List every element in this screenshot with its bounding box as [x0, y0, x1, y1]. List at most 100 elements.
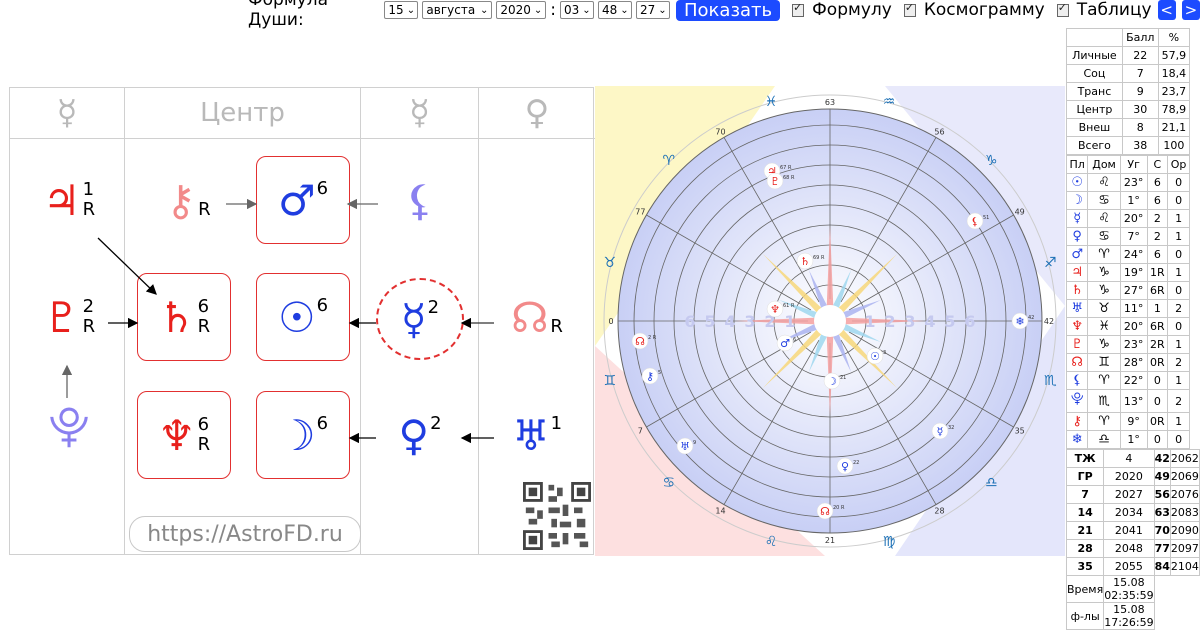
planet-head-or: Ор [1167, 155, 1190, 174]
planet-cell-or: 1 [1167, 209, 1190, 228]
score-cell-pct: 18,4 [1157, 64, 1191, 83]
cosmogram-chart: 63 56 49 42 35 28 21 14 7 0 77 70 ♒ ♑ ♐ ♏ ♎ ♍ ♌ ♋ ♊ ♉ ♈ ♓ 1 1 2 2 3 3… [595, 86, 1065, 556]
planet-cell-dom: ♈ [1087, 245, 1121, 264]
planet-cell-dom: ♌ [1087, 173, 1121, 192]
zodiac-sign-icon: ♋ [662, 475, 675, 491]
planet-cell-c: 0 [1146, 371, 1169, 390]
year-select[interactable]: 2020 ⌄ [496, 1, 547, 19]
formula-checkbox[interactable] [792, 1, 805, 17]
zodiac-sign-icon: ♌ [765, 534, 778, 550]
planet-cell-dom: ♈ [1087, 371, 1121, 390]
year-cell: 2027 [1103, 485, 1155, 504]
house-number: 1 [864, 312, 875, 331]
show-button[interactable]: Показать [676, 0, 781, 21]
degree-label: 21 [825, 536, 835, 545]
planet-icon: ♄ [800, 255, 810, 268]
planet-cell-or: 1 [1167, 412, 1190, 431]
year-cell: 2076 [1169, 485, 1200, 504]
head-score: Балл [1121, 28, 1159, 47]
degree-label: 77 [635, 208, 645, 217]
planet-cell-c: 1R [1146, 263, 1169, 282]
planet-head-dom: Дом [1087, 155, 1121, 174]
year-row: 35 2055 84 2104 [1065, 557, 1200, 576]
house-number: 5 [704, 312, 715, 331]
house-number: 4 [924, 312, 935, 331]
chevron-down-icon: ⌄ [582, 4, 591, 16]
planet-cell-c: 2R [1146, 335, 1169, 354]
zodiac-sign-icon: ♓ [765, 94, 778, 110]
degree-label: 63 [825, 98, 835, 107]
score-row: Личные 22 57,9 [1066, 46, 1191, 65]
year-cell: 2055 [1103, 557, 1155, 576]
planet-row: ♃ ♑ 19° 1R 1 [1065, 263, 1190, 282]
year-cell: 77 [1153, 539, 1171, 558]
month-select[interactable]: августа ⌄ [422, 1, 493, 19]
planet-cell-pl: ⚸ [1065, 371, 1089, 390]
degree-label: 56 [934, 127, 944, 136]
planet-row: ♂ ♈ 24° 6 0 [1065, 245, 1190, 264]
zodiac-sign-icon: ♑ [985, 153, 998, 169]
year-cell: 2090 [1169, 521, 1200, 540]
zodiac-sign-icon: ♊ [603, 373, 616, 389]
minute-select[interactable]: 48 ⌄ [598, 1, 632, 19]
qr-code-icon [523, 482, 591, 550]
house-number: 2 [884, 312, 895, 331]
chevron-down-icon: ⌄ [620, 4, 629, 16]
year-cell: 7 [1065, 485, 1105, 504]
planet-cell-pl: ♄ [1065, 281, 1089, 300]
planet-row: ♇ ♑ 23° 2R 1 [1065, 335, 1190, 354]
score-row: Транс 9 23,7 [1066, 82, 1191, 101]
cosmogram-checkbox-label: Космограмму [923, 0, 1045, 20]
cosmogram-checkbox[interactable] [903, 1, 916, 17]
planet-cell-or: 2 [1167, 299, 1190, 318]
year-cell: 2062 [1169, 449, 1200, 468]
second-select[interactable]: 27 ⌄ [636, 1, 670, 19]
arrow-jupiter-saturn [97, 237, 157, 295]
planet-cell-dom: ♉ [1087, 299, 1121, 318]
planet-cell-c: 0R [1146, 412, 1169, 431]
house-number: 1 [784, 312, 795, 331]
planet-degree: 6 [793, 337, 796, 343]
planet-cell-c: 6 [1146, 245, 1169, 264]
planet-cell-pl: ☽ [1065, 191, 1089, 210]
year-cell: 28 [1065, 539, 1105, 558]
stats-table: Балл % Личные 22 57,9 Соц 7 18,4 Транс 9 23,7 Цен… [1065, 28, 1200, 630]
hour-select[interactable]: 03 ⌄ [560, 1, 594, 19]
planet-cell-or: 0 [1167, 317, 1190, 336]
planet-cell-ug: 22° [1119, 371, 1148, 390]
house-number: 6 [964, 312, 975, 331]
next-button[interactable]: > [1181, 0, 1200, 20]
day-select[interactable]: 15 ⌄ [384, 1, 419, 19]
score-cell-ball: 8 [1121, 118, 1159, 137]
planet-cell-dom: ♓ [1087, 317, 1121, 336]
year-cell: ТЖ [1065, 449, 1105, 468]
planet-degree: 21 [840, 375, 846, 381]
planet-degree: 42 [1028, 315, 1034, 321]
planet-cell-or: 2 [1167, 389, 1190, 413]
planet-degree: 61 R [783, 303, 795, 309]
degree-label: 7 [638, 427, 643, 436]
table-checkbox[interactable] [1056, 1, 1069, 17]
planet-cell-c: 0 [1146, 389, 1169, 413]
planet-cell-c: 6 [1146, 191, 1169, 210]
planet-cell-c: 1 [1146, 299, 1169, 318]
score-row: Соц 7 18,4 [1066, 64, 1191, 83]
planet-row: ⚷ ♈ 9° 0R 1 [1065, 412, 1190, 431]
prev-button[interactable]: < [1157, 0, 1176, 20]
site-link[interactable]: https://AstroFD.ru [129, 516, 361, 552]
planet-cell-pl: ♇ [1065, 335, 1089, 354]
planet-cell-ug: 7° [1119, 227, 1148, 246]
planet-cell-ug: 19° [1119, 263, 1148, 282]
year-cell: 14 [1065, 503, 1105, 522]
planet-cell-dom: ♎ [1087, 430, 1121, 449]
score-cell-pct: 57,9 [1157, 46, 1191, 65]
planet-degree: 32 [948, 425, 954, 431]
year-cell: 2020 [1103, 467, 1155, 486]
planet-degree: 51 [983, 215, 989, 221]
score-cell-pct: 78,9 [1157, 100, 1191, 119]
planet-cell-dom: ♋ [1087, 191, 1121, 210]
planet-degree: 2 R [648, 335, 657, 341]
soul-formula-grid: ☿ Центр ☿ ♀ ♃ 1 R ⚷ R ♂ 6 ⚸ ♇ 2 R ♄ 6 R ☉ 6 ☿ 2 ☊… [9, 87, 595, 555]
planet-icon: ☊ [820, 505, 830, 518]
year-row: 21 2041 70 2090 [1065, 521, 1200, 540]
